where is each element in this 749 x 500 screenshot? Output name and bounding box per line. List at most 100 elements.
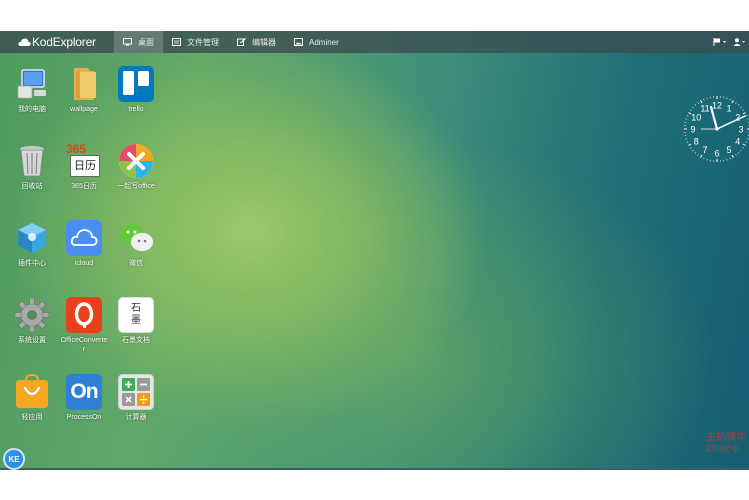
clock-number: 1	[726, 104, 731, 114]
folder-icon	[74, 68, 96, 100]
clock-tick	[731, 154, 734, 158]
wechat-icon	[120, 224, 154, 252]
clock-center	[715, 127, 719, 131]
cloud-icon	[18, 38, 31, 46]
clock-tick	[692, 106, 694, 109]
clock-tick	[700, 154, 703, 158]
gear-icon	[14, 297, 50, 333]
clock-tick	[745, 115, 748, 117]
clock-tick	[697, 154, 699, 156]
calendar-icon: 365 日历	[66, 143, 102, 179]
icon-label: icloud	[74, 260, 94, 267]
desktop-icon-wallpage[interactable]: wallpage	[60, 66, 108, 114]
desktop-icon-my-computer[interactable]: 我的电脑	[8, 66, 56, 114]
tab-file-manager-label: 文件管理	[187, 37, 219, 47]
calendar-number: 365	[66, 142, 87, 156]
desktop-icon-shimo-docs[interactable]: 石墨 石墨文档	[112, 297, 160, 345]
clock-tick	[731, 100, 734, 104]
desktop-icon-office[interactable]: 一起写office	[112, 143, 160, 191]
clock-tick	[686, 115, 689, 117]
tab-editor-label: 编辑器	[252, 37, 276, 47]
desktop-icon-recycle-bin[interactable]: 回收站	[8, 143, 56, 191]
clock-tick	[740, 149, 742, 152]
icon-label: 我的电脑	[18, 106, 46, 113]
edit-icon	[237, 38, 246, 46]
desktop-icon-365-calendar[interactable]: 365 日历 365日历	[60, 143, 108, 191]
clock-tick	[686, 141, 689, 143]
watermark-line-1: 主机城华	[706, 432, 746, 443]
desktop-icon-wechat[interactable]: 微信	[112, 220, 160, 268]
desktop-icon-light-app[interactable]: 轻应用	[8, 374, 56, 422]
start-button[interactable]: KE	[3, 448, 25, 470]
desktop-icon-officeconverter[interactable]: OfficeConverter	[60, 297, 108, 354]
watermark: 主机城华 zhujibiji	[706, 432, 746, 454]
topbar-right-tools	[713, 38, 749, 46]
clock-number: 5	[726, 145, 731, 155]
clock-tick	[694, 152, 697, 154]
icon-label: 一起写office	[117, 183, 155, 190]
brand-logo[interactable]: KodExplorer	[0, 31, 114, 53]
recycle-bin-icon	[20, 146, 44, 177]
clock-number: 7	[702, 145, 707, 155]
desktop-icon-plugin-center[interactable]: 插件中心	[8, 220, 56, 268]
clock-number: 12	[712, 100, 722, 110]
clock-number: 6	[714, 148, 719, 158]
icon-label: trello	[128, 106, 144, 113]
desktop-icon-icloud[interactable]: icloud	[60, 220, 108, 268]
icon-label: 石墨文档	[122, 337, 150, 344]
clock-tick	[740, 106, 742, 109]
taskbar	[0, 468, 749, 470]
clock-tick	[742, 143, 746, 146]
processon-icon: On	[66, 374, 102, 410]
folder-list-icon	[172, 38, 181, 46]
tab-file-manager[interactable]: 文件管理	[163, 31, 228, 53]
user-icon[interactable]	[733, 38, 745, 46]
clock-tick	[729, 98, 731, 101]
desktop-icon-system-settings[interactable]: 系统设置	[8, 297, 56, 345]
clock-number: 4	[735, 136, 740, 146]
flag-icon[interactable]	[713, 38, 727, 46]
icon-label: wallpage	[70, 106, 98, 113]
clock-number: 8	[694, 136, 699, 146]
calendar-day-text: 日历	[70, 155, 100, 177]
light-app-icon	[16, 374, 48, 408]
tab-desktop-label: 桌面	[138, 37, 154, 47]
desktop-icon-trello[interactable]: trello	[112, 66, 160, 114]
tab-editor[interactable]: 编辑器	[228, 31, 285, 53]
clock-tick	[703, 157, 705, 160]
clock-tick	[745, 141, 748, 143]
icloud-icon	[66, 220, 102, 256]
icon-label: 计算器	[125, 414, 147, 421]
icon-label: 365日历	[71, 183, 97, 190]
clock-tick	[737, 152, 740, 154]
clock-tick	[692, 149, 694, 152]
clock-tick	[737, 104, 740, 106]
icon-label: ProcessOn	[66, 414, 102, 421]
office-icon	[119, 144, 153, 178]
tab-adminer[interactable]: Adminer	[285, 31, 348, 53]
clock-tick	[735, 102, 737, 104]
clock-number: 9	[690, 124, 695, 134]
clock-number: 10	[691, 112, 701, 122]
tab-desktop[interactable]: 桌面	[114, 31, 163, 53]
desktop-icon-processon[interactable]: On ProcessOn	[60, 374, 108, 422]
image-icon	[294, 38, 303, 46]
clock-tick	[690, 147, 692, 149]
icon-label: OfficeConverter	[60, 337, 108, 353]
clock-tick	[742, 109, 744, 111]
tab-adminer-label: Adminer	[309, 37, 339, 47]
clock-tick	[690, 109, 692, 111]
clock-tick	[703, 98, 705, 101]
watermark-line-2: zhujibiji	[706, 443, 739, 454]
icon-label: 系统设置	[18, 337, 46, 344]
clock-tick	[729, 157, 731, 160]
icon-label: 微信	[129, 260, 143, 267]
computer-icon	[17, 69, 46, 99]
desktop-icon	[123, 38, 132, 46]
icon-label: 插件中心	[18, 260, 46, 267]
clock-tick	[742, 147, 744, 149]
calculator-icon	[118, 374, 154, 410]
clock-tick	[697, 102, 699, 104]
clock-tick	[694, 104, 697, 106]
desktop-icon-calculator[interactable]: 计算器	[112, 374, 160, 422]
